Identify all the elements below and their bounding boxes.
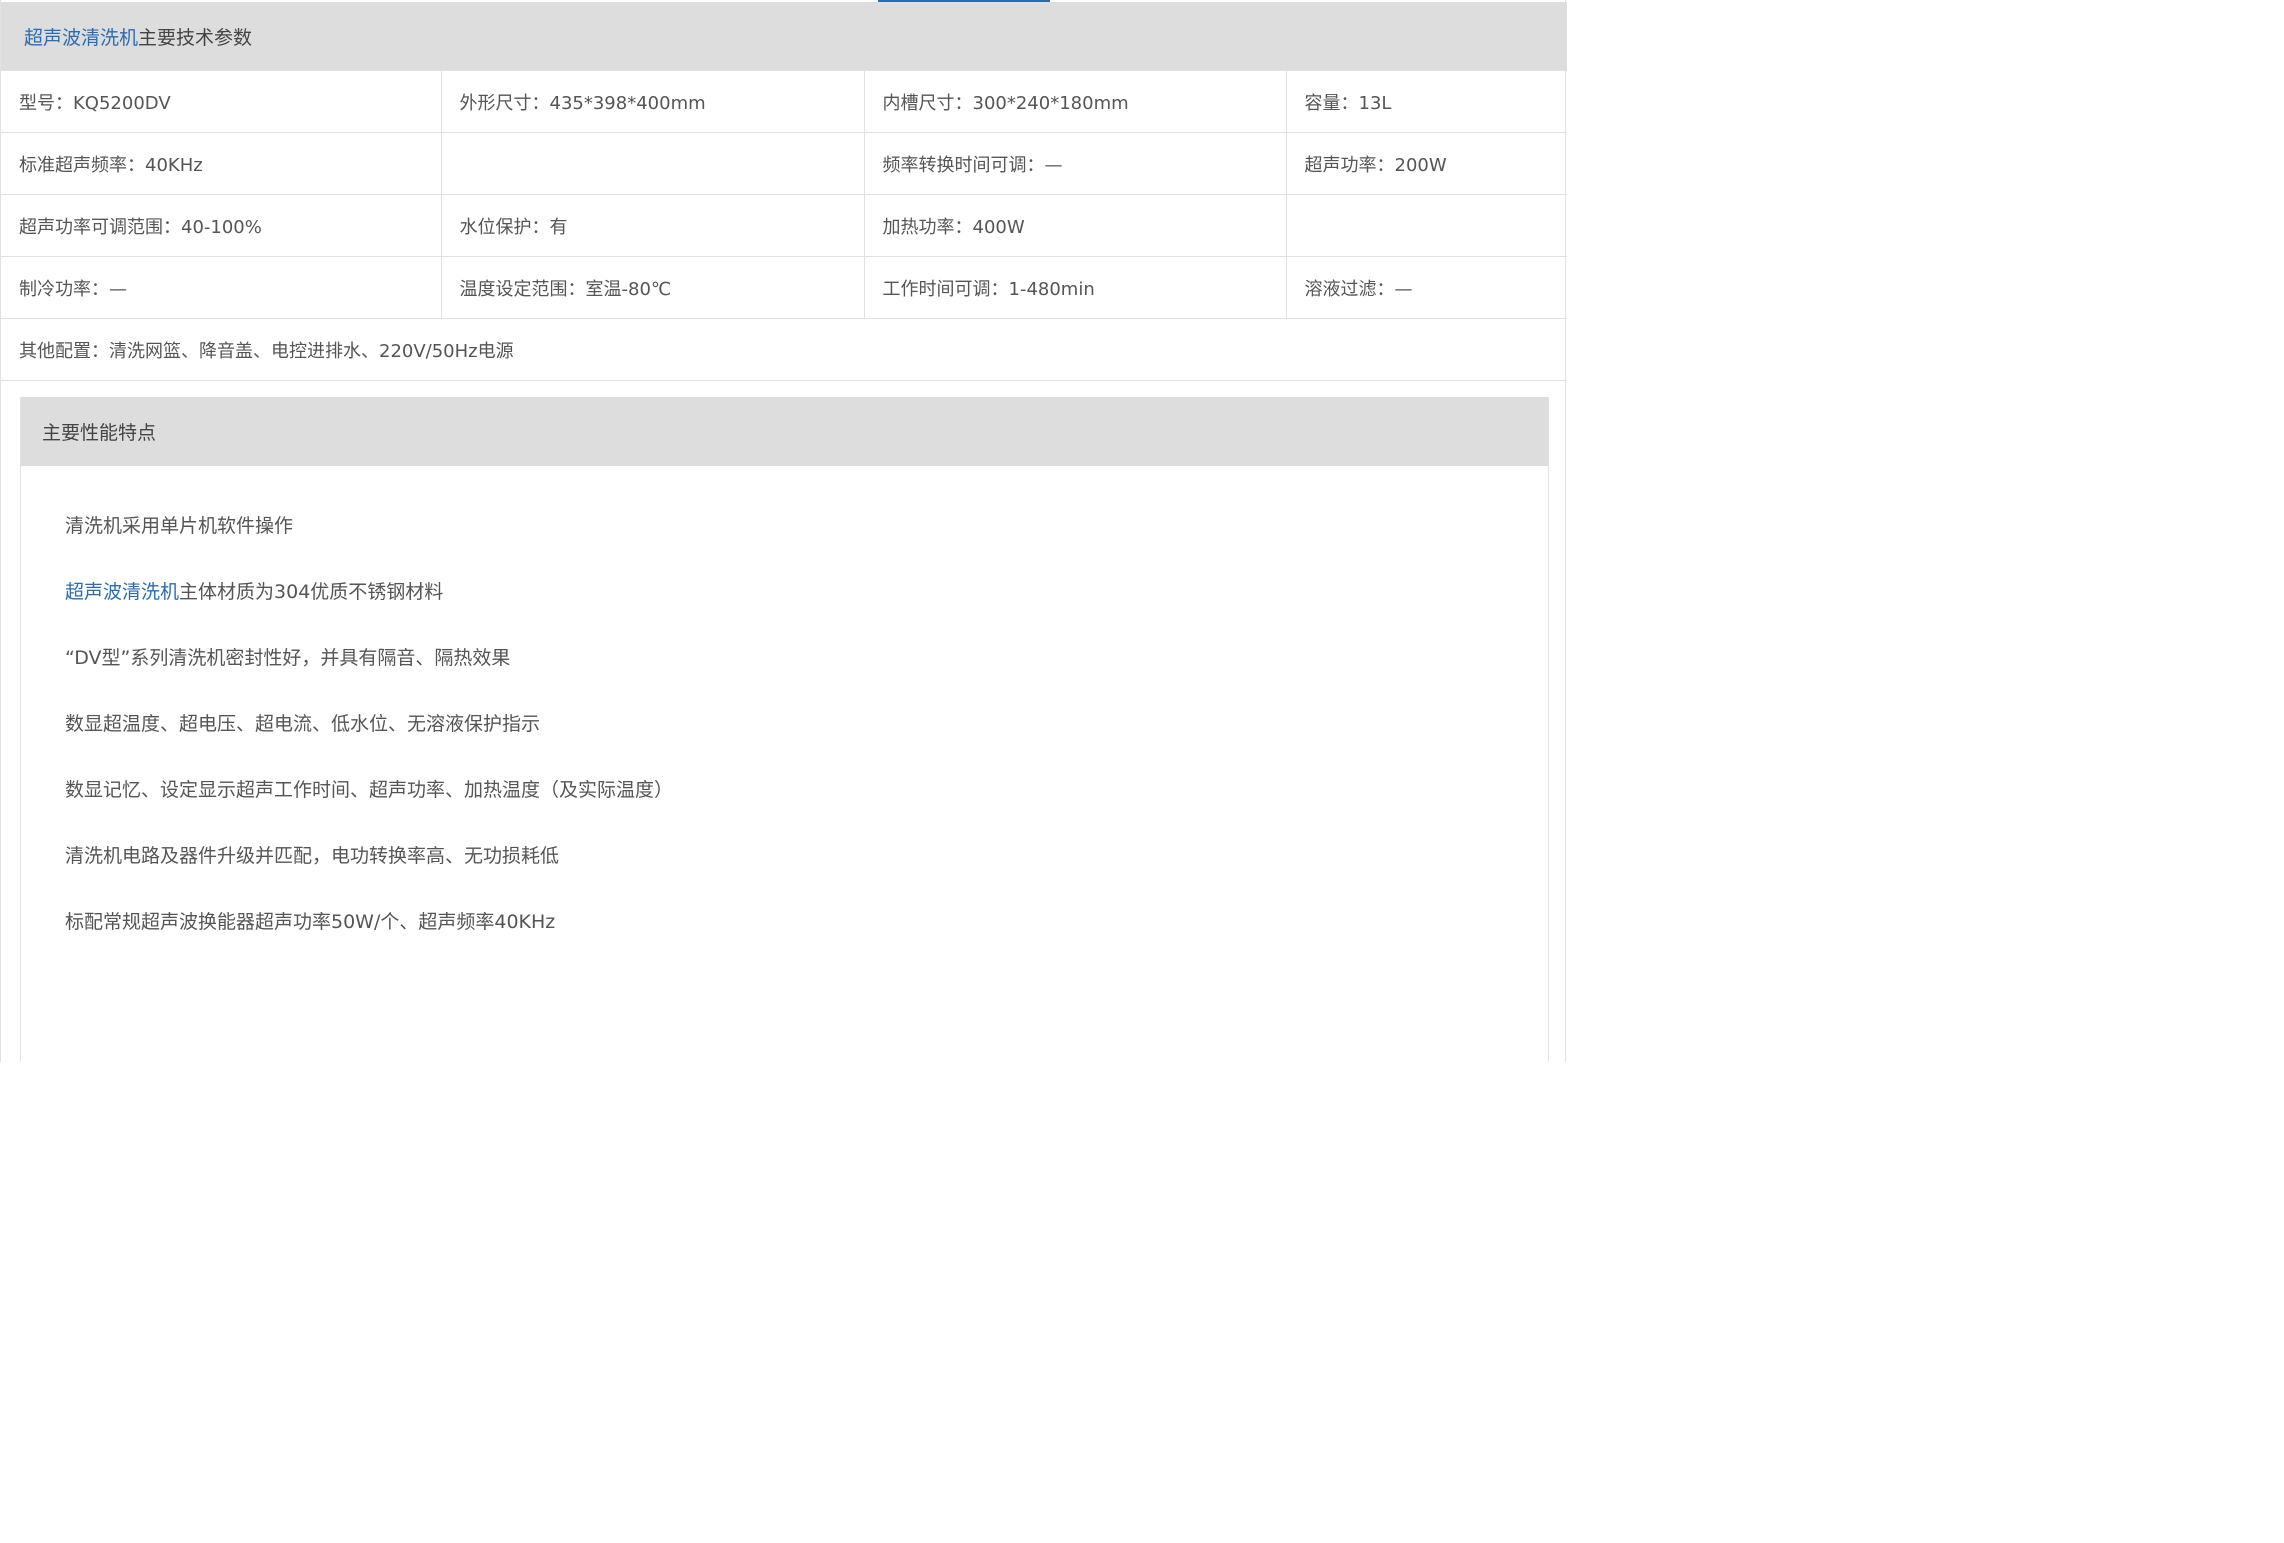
spec-section-header: 超声波清洗机 主要技术参数 [1,2,1567,71]
list-item: “DV型”系列清洗机密封性好，并具有隔音、隔热效果 [65,643,673,709]
list-item: 清洗机电路及器件升级并匹配，电功转换率高、无功损耗低 [65,841,673,907]
features-panel: 主要性能特点 清洗机采用单片机软件操作 超声波清洗机主体材质为304优质不锈钢材… [20,397,1549,1062]
spec-model: 型号：KQ5200DV [1,71,442,133]
features-list: 清洗机采用单片机软件操作 超声波清洗机主体材质为304优质不锈钢材料 “DV型”… [65,511,673,973]
spec-capacity: 容量：13L [1286,71,1567,133]
feature-text: 主体材质为304优质不锈钢材料 [179,581,444,603]
spec-power-range: 超声功率可调范围：40-100% [1,194,442,257]
table-row: 型号：KQ5200DV 外形尺寸：435*398*400mm 内槽尺寸：300*… [1,71,1567,133]
spec-ultrasonic-power: 超声功率：200W [1286,132,1567,195]
table-row: 标准超声频率：40KHz 频率转换时间可调：— 超声功率：200W [1,132,1567,195]
spec-section-title: 主要技术参数 [138,26,253,49]
feature-text: 标配常规超声波换能器超声功率50W/个、超声频率40KHz [65,911,556,933]
feature-text: 数显记忆、设定显示超声工作时间、超声功率、加热温度（及实际温度） [65,779,674,801]
spec-temperature-range: 温度设定范围：室温-80℃ [441,256,865,319]
table-row: 超声功率可调范围：40-100% 水位保护：有 加热功率：400W [1,194,1567,257]
spec-outer-size: 外形尺寸：435*398*400mm [441,71,865,133]
feature-text: “DV型”系列清洗机密封性好，并具有隔音、隔热效果 [65,647,511,669]
spec-empty-cell [441,132,865,195]
spec-cooling-power: 制冷功率：— [1,256,442,319]
spec-frequency: 标准超声频率：40KHz [1,132,442,195]
product-spec-page: 超声波清洗机 主要技术参数 型号：KQ5200DV 外形尺寸：435*398*4… [0,0,1567,1062]
list-item: 清洗机采用单片机软件操作 [65,511,673,577]
feature-text: 数显超温度、超电压、超电流、低水位、无溶液保护指示 [65,713,541,735]
list-item: 数显超温度、超电压、超电流、低水位、无溶液保护指示 [65,709,673,775]
list-item: 标配常规超声波换能器超声功率50W/个、超声频率40KHz [65,907,673,973]
feature-text: 清洗机电路及器件升级并匹配，电功转换率高、无功损耗低 [65,845,560,867]
spec-water-protection: 水位保护：有 [441,194,865,257]
feature-link[interactable]: 超声波清洗机 [65,581,179,603]
feature-text: 清洗机采用单片机软件操作 [65,515,294,537]
list-item: 数显记忆、设定显示超声工作时间、超声功率、加热温度（及实际温度） [65,775,673,841]
list-item: 超声波清洗机主体材质为304优质不锈钢材料 [65,577,673,643]
spec-work-time: 工作时间可调：1-480min [864,256,1287,319]
spec-filtration: 溶液过滤：— [1286,256,1567,319]
spec-frequency-switch: 频率转换时间可调：— [864,132,1287,195]
spec-table: 型号：KQ5200DV 外形尺寸：435*398*400mm 内槽尺寸：300*… [1,71,1567,381]
features-header: 主要性能特点 [21,397,1548,466]
spec-inner-size: 内槽尺寸：300*240*180mm [864,71,1287,133]
spec-other-config: 其他配置：清洗网篮、降音盖、电控进排水、220V/50Hz电源 [1,318,1567,381]
spec-empty-cell [1286,194,1567,257]
table-row: 制冷功率：— 温度设定范围：室温-80℃ 工作时间可调：1-480min 溶液过… [1,256,1567,319]
features-title: 主要性能特点 [42,422,157,444]
product-link[interactable]: 超声波清洗机 [24,23,138,50]
table-row: 其他配置：清洗网篮、降音盖、电控进排水、220V/50Hz电源 [1,318,1567,381]
spec-heating-power: 加热功率：400W [864,194,1287,257]
